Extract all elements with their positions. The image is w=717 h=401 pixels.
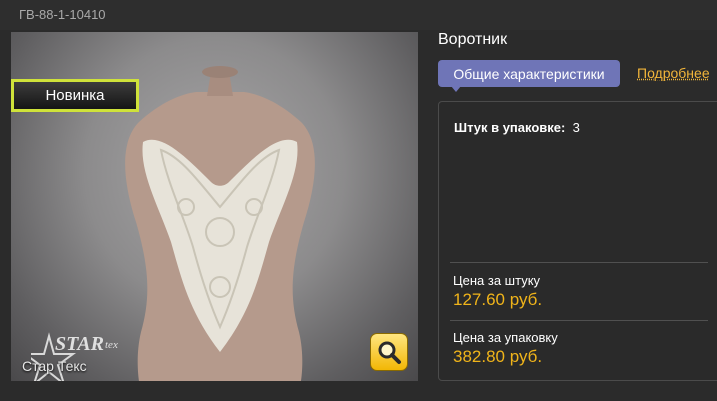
spec-pack-quantity: Штук в упаковке: 3 — [454, 120, 580, 135]
svg-text:STAR: STAR — [55, 333, 104, 355]
divider — [450, 262, 708, 263]
spec-pack-value: 3 — [572, 120, 580, 135]
zoom-button[interactable] — [370, 333, 408, 371]
pack-price-value: 382.80 руб. — [453, 347, 543, 366]
tab-details[interactable]: Подробнее — [637, 65, 710, 81]
magnifier-icon — [378, 341, 401, 364]
unit-price-label: Цена за штуку — [453, 273, 541, 288]
product-title: Воротник — [438, 31, 508, 48]
top-bar: ГВ-88-1-10410 — [0, 0, 717, 30]
product-sku: ГВ-88-1-10410 — [19, 7, 106, 22]
tab-indicator — [451, 86, 461, 92]
spec-pack-label: Штук в упаковке: — [454, 120, 566, 135]
new-badge: Новинка — [11, 79, 139, 112]
unit-price-value: 127.60 руб. — [453, 290, 543, 309]
tab-general[interactable]: Общие характеристики — [438, 60, 620, 87]
logo-caption: Стар Текс — [22, 358, 87, 374]
divider — [450, 320, 708, 321]
svg-text:tex: tex — [105, 339, 118, 351]
new-badge-label: Новинка — [45, 87, 105, 104]
tab-general-label: Общие характеристики — [453, 65, 605, 82]
product-photo[interactable]: Новинка STAR tex Стар Текс — [11, 32, 418, 381]
pack-price-label: Цена за упаковку — [453, 330, 558, 345]
